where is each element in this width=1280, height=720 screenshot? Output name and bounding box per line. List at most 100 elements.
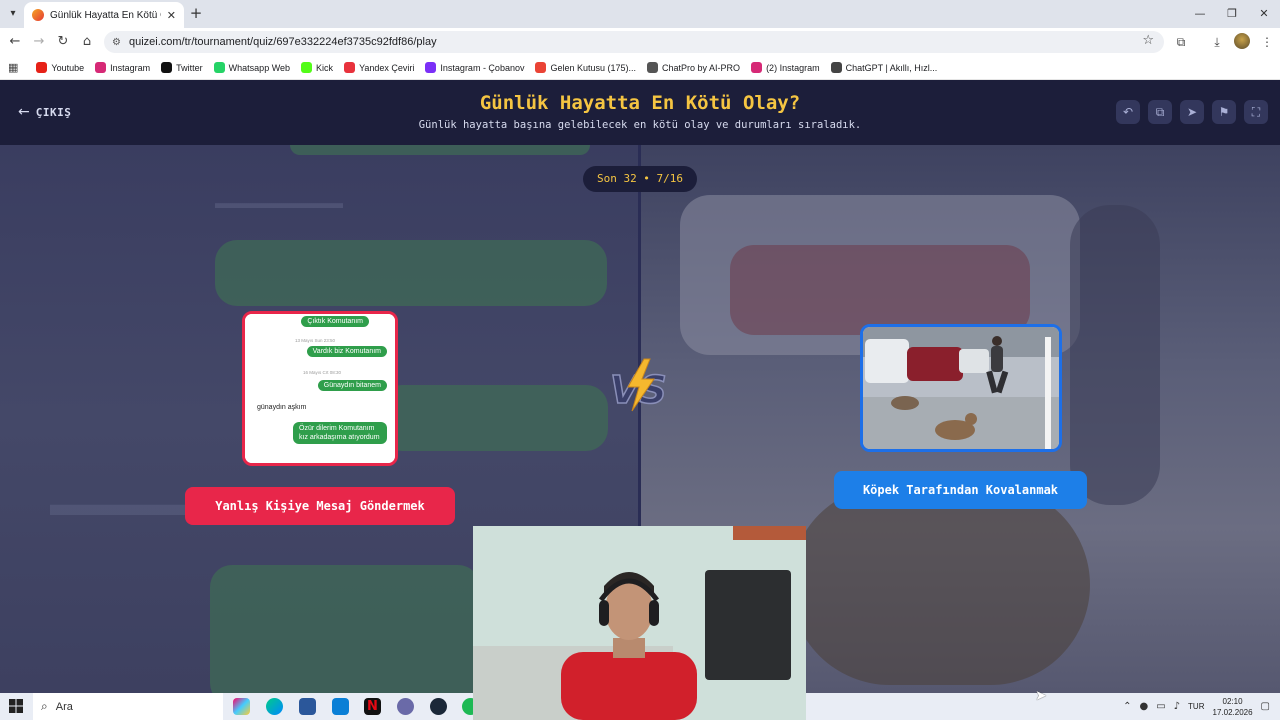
left-choice-button[interactable]: Yanlış Kişiye Mesaj Göndermek	[185, 487, 455, 525]
bookmark-label: Whatsapp Web	[228, 62, 291, 73]
chat-message: Günaydın bitanem	[317, 380, 387, 391]
minimize-icon[interactable]: —	[1184, 0, 1216, 28]
bookmark-favicon-icon	[344, 62, 356, 73]
language-indicator[interactable]: TUR	[1188, 702, 1204, 711]
bookmark-star-icon[interactable]: ☆	[1142, 33, 1154, 48]
right-choice-image[interactable]	[860, 324, 1062, 452]
store-icon[interactable]	[299, 698, 316, 715]
bookmark-label: Kick	[316, 62, 334, 73]
bookmark-item[interactable]: Whatsapp Web	[213, 62, 291, 73]
webcam-overlay	[473, 526, 806, 720]
send-icon[interactable]: ➤	[1180, 100, 1204, 124]
window-close-icon[interactable]: ✕	[1248, 0, 1280, 28]
bookmark-favicon-icon	[830, 62, 842, 73]
edge-icon[interactable]	[266, 698, 283, 715]
taskbar-search-field[interactable]: ⌕ Ara	[33, 693, 223, 720]
restore-icon[interactable]: ❐	[1216, 0, 1248, 28]
bookmark-label: Twitter	[176, 62, 203, 73]
tab-search-icon[interactable]: ▾	[4, 5, 22, 23]
address-bar: ← → ↻ ⌂ ⚙ quizei.com/tr/tournament/quiz/…	[0, 28, 1280, 56]
quiz-header: ← ÇIKIŞ Günlük Hayatta En Kötü Olay? Gün…	[0, 80, 1280, 145]
bookmark-favicon-icon	[161, 62, 173, 73]
bookmark-favicon-icon	[36, 62, 48, 73]
round-badge: Son 32 • 7/16	[583, 166, 697, 192]
bookmark-item[interactable]: Twitter	[161, 62, 203, 73]
bookmark-label: ChatPro by AI-PRO	[662, 62, 741, 73]
clock-time: 02:10	[1222, 696, 1243, 706]
copilot-icon[interactable]	[233, 698, 250, 715]
undo-icon[interactable]: ↶	[1116, 100, 1140, 124]
quiz-subtitle: Günlük hayatta başına gelebilecek en köt…	[418, 119, 862, 131]
chat-message: Özür dilerim Komutanım kız arkadaşıma at…	[293, 422, 387, 444]
clock-date: 17.02.2026	[1212, 707, 1253, 717]
tab-title: Günlük Hayatta En Kötü Olay? -	[50, 9, 161, 21]
bookmark-item[interactable]: Youtube	[36, 62, 84, 73]
chat-incoming-message: günaydın aşkım	[257, 404, 307, 411]
network-icon[interactable]: ▭	[1156, 701, 1165, 712]
bookmark-favicon-icon	[647, 62, 659, 73]
extensions-icon[interactable]: ⧉	[1172, 33, 1190, 51]
mail-icon[interactable]	[332, 698, 349, 715]
streamer-webcam-image	[473, 526, 806, 720]
bookmark-item[interactable]: Kick	[301, 62, 333, 73]
bookmark-label: ChatGPT | Akıllı, Hızl...	[845, 62, 938, 73]
chat-screenshot: Çıktık Komutanım 13 Mayıs Sun 23:50 Vard…	[245, 314, 395, 463]
url-field[interactable]: ⚙ quizei.com/tr/tournament/quiz/697e3322…	[104, 31, 1164, 53]
site-favicon-icon	[32, 9, 44, 21]
taskbar-search-placeholder: Ara	[55, 700, 73, 713]
netflix-icon[interactable]: N	[364, 698, 381, 715]
tray-chevron-up-icon[interactable]: ⌃	[1123, 701, 1131, 712]
report-flag-icon[interactable]: ⚑	[1212, 100, 1236, 124]
tab-close-icon[interactable]: ✕	[167, 9, 176, 22]
versus-bolt-icon: VS	[609, 358, 668, 413]
new-tab-icon[interactable]: +	[188, 5, 204, 21]
forward-icon[interactable]: →	[30, 33, 48, 51]
windows-start-icon[interactable]	[9, 699, 23, 713]
bookmark-item[interactable]: ChatGPT | Akıllı, Hızl...	[830, 62, 938, 73]
bookmark-favicon-icon	[95, 62, 107, 73]
download-icon[interactable]: ⤓	[1208, 33, 1226, 51]
bookmark-item[interactable]: Instagram	[95, 62, 150, 73]
notification-icon[interactable]: ▢	[1261, 701, 1270, 712]
site-info-icon[interactable]: ⚙	[112, 37, 121, 48]
chat-message: Vardık biz Komutanım	[306, 346, 387, 357]
bookmark-label: (2) Instagram	[766, 62, 820, 73]
bookmarks-bar: ▦ Youtube Instagram Twitter Whatsapp Web Kic…	[0, 56, 1280, 80]
bookmark-label: Instagram	[110, 62, 151, 73]
bookmark-item[interactable]: (2) Instagram	[751, 62, 820, 73]
bookmark-label: Gelen Kutusu (175)...	[550, 62, 637, 73]
steam-icon[interactable]	[430, 698, 447, 715]
speaker-icon[interactable]: ♪	[1174, 701, 1180, 712]
chat-date: 16 Mayıs Crt 08:30	[303, 370, 342, 375]
profile-avatar-icon[interactable]	[1234, 33, 1250, 49]
left-choice-image[interactable]: Çıktık Komutanım 13 Mayıs Sun 23:50 Vard…	[242, 311, 398, 466]
back-icon[interactable]: ←	[6, 33, 24, 51]
apps-grid-icon[interactable]: ▦	[8, 61, 18, 74]
bookmark-item[interactable]: Instagram - Çobanov	[425, 62, 524, 73]
fullscreen-icon[interactable]: ⛶	[1244, 100, 1268, 124]
chat-message: Çıktık Komutanım	[301, 316, 369, 327]
dog-chase-photo	[863, 327, 1059, 449]
header-actions: ↶ ⧉ ➤ ⚑ ⛶	[1116, 100, 1268, 124]
microphone-icon[interactable]: ●	[1139, 701, 1148, 712]
mouse-cursor-icon: ➤	[1035, 688, 1047, 704]
browser-menu-icon[interactable]: ⋮	[1258, 33, 1276, 51]
bookmark-item[interactable]: Gelen Kutusu (175)...	[535, 62, 636, 73]
chat-date: 13 Mayıs Sun 23:50	[295, 338, 336, 343]
search-icon: ⌕	[41, 699, 48, 713]
obs-icon[interactable]	[397, 698, 414, 715]
bookmark-item[interactable]: Yandex Çeviri	[344, 62, 414, 73]
taskbar-clock[interactable]: 02:10 17.02.2026	[1213, 696, 1253, 718]
reload-icon[interactable]: ↻	[54, 33, 72, 51]
window-controls: — ❐ ✕	[1184, 0, 1280, 28]
system-tray: ⌃ ● ▭ ♪ TUR 02:10 17.02.2026 ▢	[1123, 693, 1280, 720]
home-icon[interactable]: ⌂	[78, 33, 96, 51]
url-text: quizei.com/tr/tournament/quiz/697e332224…	[128, 36, 437, 48]
share-icon[interactable]: ⧉	[1148, 100, 1172, 124]
right-choice-button[interactable]: Köpek Tarafından Kovalanmak	[834, 471, 1087, 509]
bookmark-favicon-icon	[425, 62, 437, 73]
browser-tab[interactable]: Günlük Hayatta En Kötü Olay? - ✕	[24, 2, 184, 28]
bookmark-item[interactable]: ChatPro by AI-PRO	[647, 62, 740, 73]
bookmark-label: Youtube	[51, 62, 85, 73]
bookmark-favicon-icon	[301, 62, 313, 73]
